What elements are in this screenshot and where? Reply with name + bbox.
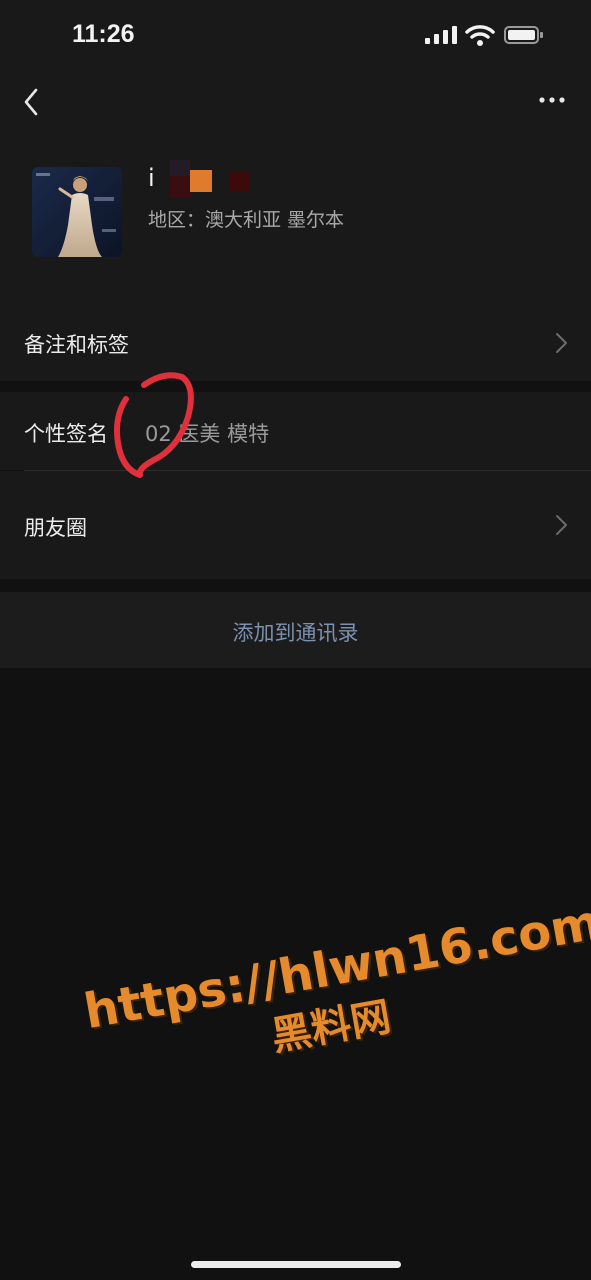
- name-text: 𝗂: [148, 164, 155, 192]
- moments-label: 朋友圈: [24, 516, 87, 540]
- add-to-contacts-label: 添加到通讯录: [232, 621, 359, 645]
- back-button[interactable]: [14, 78, 50, 122]
- chevron-right-icon: [556, 333, 567, 353]
- home-indicator[interactable]: [191, 1261, 401, 1268]
- cellular-signal-icon: [425, 26, 457, 44]
- battery-icon: [504, 26, 543, 44]
- chevron-right-icon: [556, 515, 567, 535]
- remarks-tags-label: 备注和标签: [24, 333, 129, 357]
- name-redaction: [170, 160, 190, 176]
- moments-row[interactable]: 朋友圈: [0, 471, 591, 579]
- wifi-icon: [465, 25, 495, 46]
- name-redaction: [190, 170, 212, 192]
- status-bar: 11:26: [0, 0, 591, 70]
- signature-value: 02 医美 模特: [145, 422, 270, 446]
- status-time: 11:26: [72, 20, 135, 48]
- profile-name: 𝗂: [148, 160, 408, 198]
- name-redaction: [170, 176, 192, 198]
- remarks-tags-row[interactable]: 备注和标签: [0, 305, 591, 381]
- watermark: https://hlwn16.com 黑料网: [80, 894, 591, 1142]
- chevron-left-icon: [24, 88, 38, 116]
- profile-header: 𝗂 地区：澳大利亚 墨尔本: [0, 130, 591, 305]
- avatar[interactable]: [32, 167, 122, 257]
- signature-label: 个性签名: [24, 422, 108, 446]
- region-text: 地区：澳大利亚 墨尔本: [148, 209, 345, 231]
- more-button[interactable]: [530, 84, 574, 116]
- name-redaction: [230, 172, 250, 192]
- add-to-contacts-button[interactable]: 添加到通讯录: [0, 592, 591, 668]
- signature-row: 个性签名 02 医美 模特: [0, 392, 591, 470]
- ellipsis-icon: [539, 97, 565, 103]
- nav-bar: [0, 70, 591, 130]
